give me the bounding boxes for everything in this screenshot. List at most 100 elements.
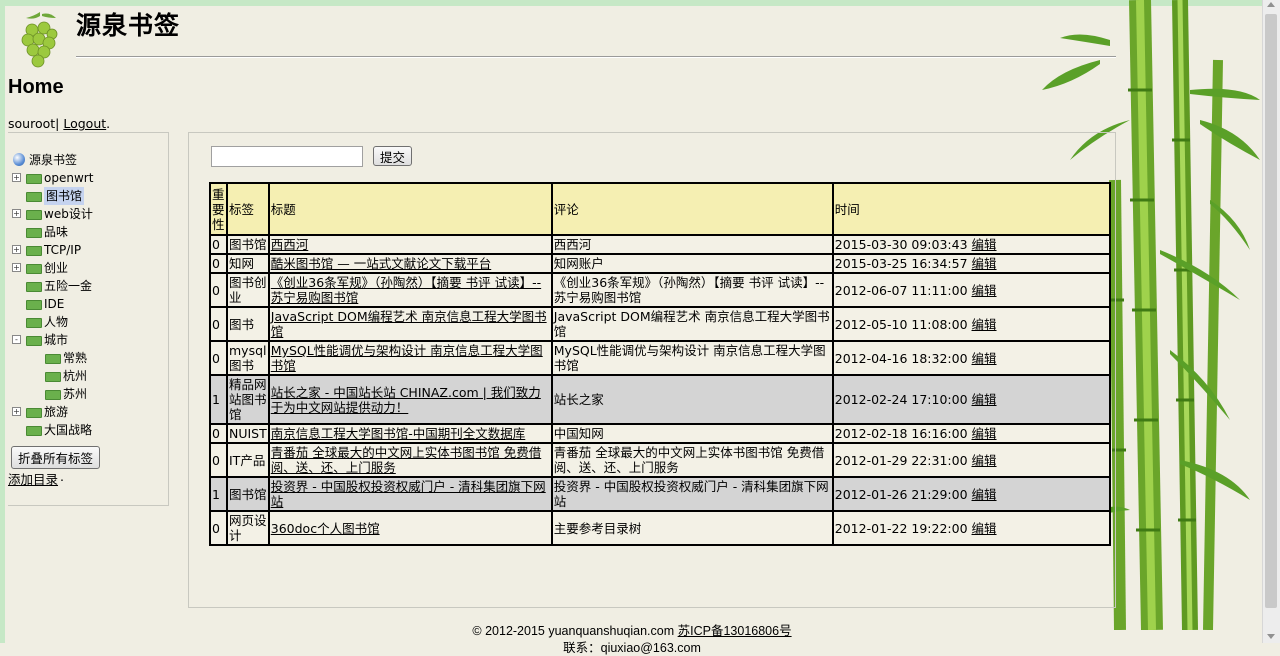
time-cell: 2012-01-29 22:31:00 编辑 (831, 442, 1111, 478)
expand-toggle-icon[interactable]: + (12, 263, 21, 272)
time-cell: 2012-01-26 21:29:00 编辑 (831, 476, 1111, 512)
collapse-toggle-icon[interactable]: - (12, 335, 21, 344)
icp-link[interactable]: 苏ICP备13016806号 (678, 624, 792, 638)
add-directory-link[interactable]: 添加目录 (8, 469, 58, 488)
comment-cell: 中国知网 (550, 423, 834, 444)
expand-toggle-icon[interactable]: + (12, 407, 21, 416)
title-cell-link[interactable]: 南京信息工程大学图书馆-中国期刊全文数据库 (271, 426, 526, 441)
folder-icon (26, 192, 42, 202)
title-cell-link[interactable]: 西西河 (271, 237, 309, 252)
vertical-scrollbar[interactable] (1262, 0, 1280, 643)
edit-link[interactable]: 编辑 (972, 256, 997, 271)
folder-icon (45, 354, 61, 364)
edit-link[interactable]: 编辑 (972, 426, 997, 441)
title-cell-link[interactable]: 投资界 - 中国股权投资权威门户 - 清科集团旗下网站 (271, 479, 546, 509)
time-value: 2012-06-07 11:11:00 (834, 282, 968, 298)
tag-cell: mysql图书 (226, 340, 270, 376)
comment-cell: 站长之家 (550, 374, 834, 425)
importance-cell: 1 (209, 476, 228, 512)
expand-toggle-icon[interactable]: + (12, 245, 21, 254)
add-directory-suffix: . (60, 469, 64, 484)
time-value: 2012-01-22 19:22:00 (834, 520, 968, 536)
folder-icon (26, 174, 42, 184)
tag-cell: 知网 (226, 253, 270, 274)
tree-item-label: TCP/IP (44, 243, 82, 257)
time-value: 2012-02-18 16:16:00 (834, 426, 968, 441)
search-input[interactable] (211, 146, 363, 167)
time-value: 2012-05-10 11:08:00 (834, 316, 968, 332)
scrollbar-thumb[interactable] (1265, 14, 1277, 608)
title-cell: 青番茄 全球最大的中文网上实体书图书馆 免费借阅、送、还、上门服务 (267, 442, 553, 478)
tag-cell: 图书馆 (226, 234, 270, 255)
comment-cell: MySQL性能调优与架构设计 南京信息工程大学图书馆 (550, 340, 834, 376)
title-cell-link[interactable]: MySQL性能调优与架构设计 南京信息工程大学图书馆 (271, 343, 543, 373)
edit-link[interactable]: 编辑 (972, 317, 997, 332)
title-cell-link[interactable]: 《创业36条军规》（孙陶然）【摘要 书评 试读】--苏宁易购图书馆 (271, 275, 541, 305)
folder-icon (26, 300, 42, 310)
tree-item-label: 城市 (44, 333, 69, 347)
scroll-down-arrow-icon[interactable] (1267, 634, 1275, 639)
folder-icon (26, 336, 42, 346)
table-row: 1 精品网站图书馆 站长之家 - 中国站长站 CHINAZ.com | 我们致力于为… (209, 374, 1111, 425)
table-row: 0 网页设计 360doc个人图书馆 主要参考目录树 2012-01-22 19:22:… (209, 510, 1111, 546)
header-importance: 重要性 (209, 182, 228, 236)
edit-link[interactable]: 编辑 (972, 351, 997, 366)
title-cell-link[interactable]: 酷米图书馆 — 一站式文献论文下载平台 (271, 256, 491, 271)
tree-item-label: 常熟 (63, 351, 88, 365)
edit-link[interactable]: 编辑 (972, 283, 997, 298)
table-row: 0 知网 酷米图书馆 — 一站式文献论文下载平台 知网账户 2015-03-25 16:… (209, 253, 1111, 274)
table-row: 0 图书 JavaScript DOM编程艺术 南京信息工程大学图书馆 JavaScr… (209, 306, 1111, 342)
tree-item-label: 图书馆 (44, 187, 85, 205)
title-cell: 360doc个人图书馆 (267, 510, 553, 546)
importance-cell: 0 (209, 253, 228, 274)
grapes-logo-icon (21, 12, 58, 68)
tag-cell: IT产品 (226, 442, 270, 478)
comment-cell: 西西河 (550, 234, 834, 255)
expand-toggle-icon[interactable]: + (12, 173, 21, 182)
bookmark-table: 重要性 标签 标题 评论 时间 0 图书馆 西西河 西西河 2015-03-30 09:… (209, 182, 1111, 546)
scroll-up-arrow-icon[interactable] (1267, 2, 1275, 7)
title-cell-link[interactable]: 360doc个人图书馆 (271, 521, 380, 536)
folder-icon (26, 228, 42, 238)
table-row: 0 NUIST 南京信息工程大学图书馆-中国期刊全文数据库 中国知网 2012-02-1… (209, 423, 1111, 444)
collapse-all-tags-button[interactable]: 折叠所有标签 (11, 446, 101, 469)
table-row: 0 图书馆 西西河 西西河 2015-03-30 09:03:43 编辑 (209, 234, 1111, 255)
page-title: Home (8, 76, 64, 98)
importance-cell: 0 (209, 272, 228, 308)
edit-link[interactable]: 编辑 (972, 392, 997, 407)
title-cell: 《创业36条军规》（孙陶然）【摘要 书评 试读】--苏宁易购图书馆 (267, 272, 553, 308)
edit-link[interactable]: 编辑 (972, 453, 997, 468)
logout-link[interactable]: Logout (63, 116, 106, 131)
title-cell-link[interactable]: 青番茄 全球最大的中文网上实体书图书馆 免费借阅、送、还、上门服务 (271, 445, 541, 475)
edit-link[interactable]: 编辑 (972, 521, 997, 536)
submit-button[interactable]: 提交 (373, 146, 413, 166)
title-cell-link[interactable]: JavaScript DOM编程艺术 南京信息工程大学图书馆 (271, 309, 547, 339)
time-cell: 2015-03-25 16:34:57 编辑 (831, 253, 1111, 274)
comment-cell: 青番茄 全球最大的中文网上实体书图书馆 免费借阅、送、还、上门服务 (550, 442, 834, 478)
header-divider (76, 56, 1116, 57)
comment-cell: 主要参考目录树 (550, 510, 834, 546)
edit-link[interactable]: 编辑 (972, 237, 997, 252)
sidebar: 源泉书签 + openwrt 图书馆 + web设计 品味 + TCP/IP + 创业 五险一金 ID… (8, 132, 169, 506)
tree-item-label: 人物 (44, 315, 69, 329)
folder-icon (26, 318, 42, 328)
time-cell: 2012-02-24 17:10:00 编辑 (831, 374, 1111, 425)
folder-icon (26, 426, 42, 436)
importance-cell: 0 (209, 234, 228, 255)
title-cell: 南京信息工程大学图书馆-中国期刊全文数据库 (267, 423, 553, 444)
importance-cell: 0 (209, 340, 228, 376)
expand-toggle-icon[interactable]: + (12, 209, 21, 218)
tree-item-label: openwrt (44, 171, 94, 185)
time-value: 2015-03-30 09:03:43 (834, 237, 968, 252)
folder-icon (26, 210, 42, 220)
tree-item-label: IDE (44, 297, 65, 311)
table-row: 0 mysql图书 MySQL性能调优与架构设计 南京信息工程大学图书馆 MySQL性… (209, 340, 1111, 376)
tree-item-label: web设计 (44, 207, 93, 221)
header-time: 时间 (831, 182, 1111, 236)
title-cell-link[interactable]: 站长之家 - 中国站长站 CHINAZ.com | 我们致力于为中文网站提供动力… (271, 385, 541, 415)
edit-link[interactable]: 编辑 (972, 487, 997, 502)
folder-icon (45, 390, 61, 400)
table-row: 0 IT产品 青番茄 全球最大的中文网上实体书图书馆 免费借阅、送、还、上门服务 青番… (209, 442, 1111, 478)
footer-contact: 联系：qiuxiao@163.com (563, 641, 701, 655)
importance-cell: 1 (209, 374, 228, 425)
